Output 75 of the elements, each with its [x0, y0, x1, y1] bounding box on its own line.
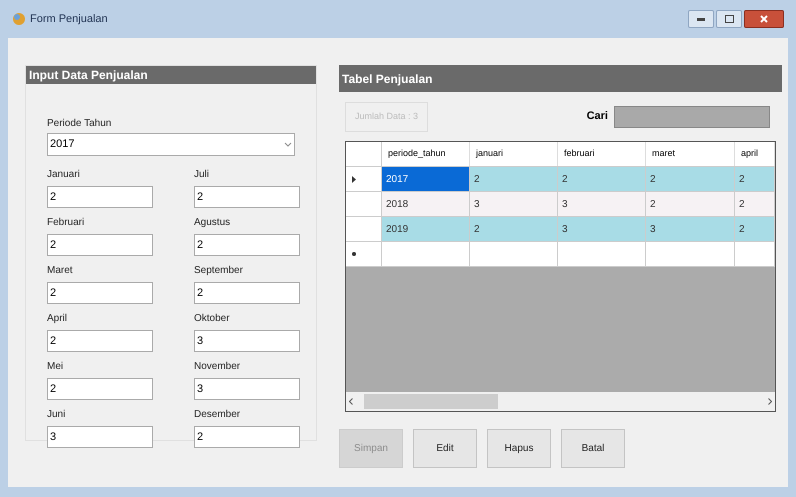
panel-header: Input Data Penjualan: [26, 66, 316, 84]
table-row[interactable]: 2017 2 2 2 2: [346, 167, 775, 192]
scrollbar-thumb[interactable]: [364, 394, 498, 409]
table-cell: 2: [735, 217, 775, 241]
table-cell: 2: [646, 192, 735, 216]
column-header[interactable]: april: [735, 142, 775, 166]
maximize-button[interactable]: [716, 10, 742, 28]
panel-header: Tabel Penjualan: [339, 65, 782, 92]
column-header[interactable]: maret: [646, 142, 735, 166]
field-label: Periode Tahun: [47, 117, 112, 131]
close-icon: [760, 15, 768, 23]
table-cell: 2: [735, 192, 775, 216]
field-label: Juni: [47, 408, 66, 422]
field-label: Mei: [47, 360, 64, 374]
action-button[interactable]: Batal: [561, 429, 625, 468]
column-header[interactable]: periode_tahun: [382, 142, 470, 166]
field-label: Juli: [194, 168, 210, 182]
input-field[interactable]: 3: [194, 378, 300, 400]
field-label: Januari: [47, 168, 81, 182]
input-field[interactable]: 2: [47, 378, 153, 400]
input-field[interactable]: 2: [47, 282, 153, 304]
input-field[interactable]: 2: [194, 234, 300, 256]
table-cell: 3: [470, 192, 558, 216]
input-field[interactable]: 2: [194, 426, 300, 448]
input-field[interactable]: 3: [194, 330, 300, 352]
input-field[interactable]: 2: [194, 282, 300, 304]
input-field[interactable]: 2: [47, 330, 153, 352]
minimize-button[interactable]: [688, 10, 714, 28]
table-cell: 2018: [382, 192, 470, 216]
search-field[interactable]: [614, 106, 770, 128]
search-label: Cari: [586, 109, 608, 124]
table-cell: 2: [735, 167, 775, 191]
field-label: November: [194, 360, 242, 374]
table-row[interactable]: [346, 242, 775, 267]
close-button[interactable]: [744, 10, 784, 28]
chevron-down-icon: [284, 142, 292, 147]
table-cell: 2: [470, 217, 558, 241]
app-icon: [12, 12, 26, 26]
field-label: April: [47, 312, 68, 326]
horizontal-scrollbar[interactable]: [346, 392, 775, 411]
field-label: Oktober: [194, 312, 231, 326]
table-row[interactable]: 2019 2 3 3 2: [346, 217, 775, 242]
window-title: Form Penjualan: [30, 12, 108, 27]
row-header[interactable]: [346, 192, 382, 216]
minimize-icon: [697, 18, 705, 20]
input-field[interactable]: 3: [47, 426, 153, 448]
table-cell: 2019: [382, 217, 470, 241]
field-label: September: [194, 264, 244, 278]
scroll-left-icon: [349, 398, 353, 405]
table-cell: 3: [646, 217, 735, 241]
year-dropdown[interactable]: 2017: [47, 133, 295, 156]
current-row-icon: [352, 176, 356, 182]
input-field[interactable]: 2: [194, 186, 300, 208]
field-label: Desember: [194, 408, 242, 422]
scroll-right-icon: [768, 398, 772, 405]
input-field[interactable]: 2: [47, 234, 153, 256]
table-cell: 2017: [382, 167, 470, 191]
field-label: Maret: [47, 264, 74, 278]
row-header[interactable]: [346, 217, 382, 241]
field-label: Agustus: [194, 216, 232, 230]
column-header[interactable]: januari: [470, 142, 558, 166]
column-header[interactable]: februari: [558, 142, 646, 166]
action-button[interactable]: Edit: [413, 429, 477, 468]
table-cell: 2: [646, 167, 735, 191]
table-cell: 2: [558, 167, 646, 191]
table-cell: 2: [470, 167, 558, 191]
table-row[interactable]: 2018 3 3 2 2: [346, 192, 775, 217]
row-header[interactable]: [346, 167, 382, 191]
maximize-icon: [724, 15, 734, 23]
action-button[interactable]: Hapus: [487, 429, 551, 468]
new-row-icon: [352, 252, 356, 256]
table-cell: 3: [558, 192, 646, 216]
field-label: Februari: [47, 216, 86, 230]
input-field[interactable]: 2: [47, 186, 153, 208]
table-cell: 3: [558, 217, 646, 241]
